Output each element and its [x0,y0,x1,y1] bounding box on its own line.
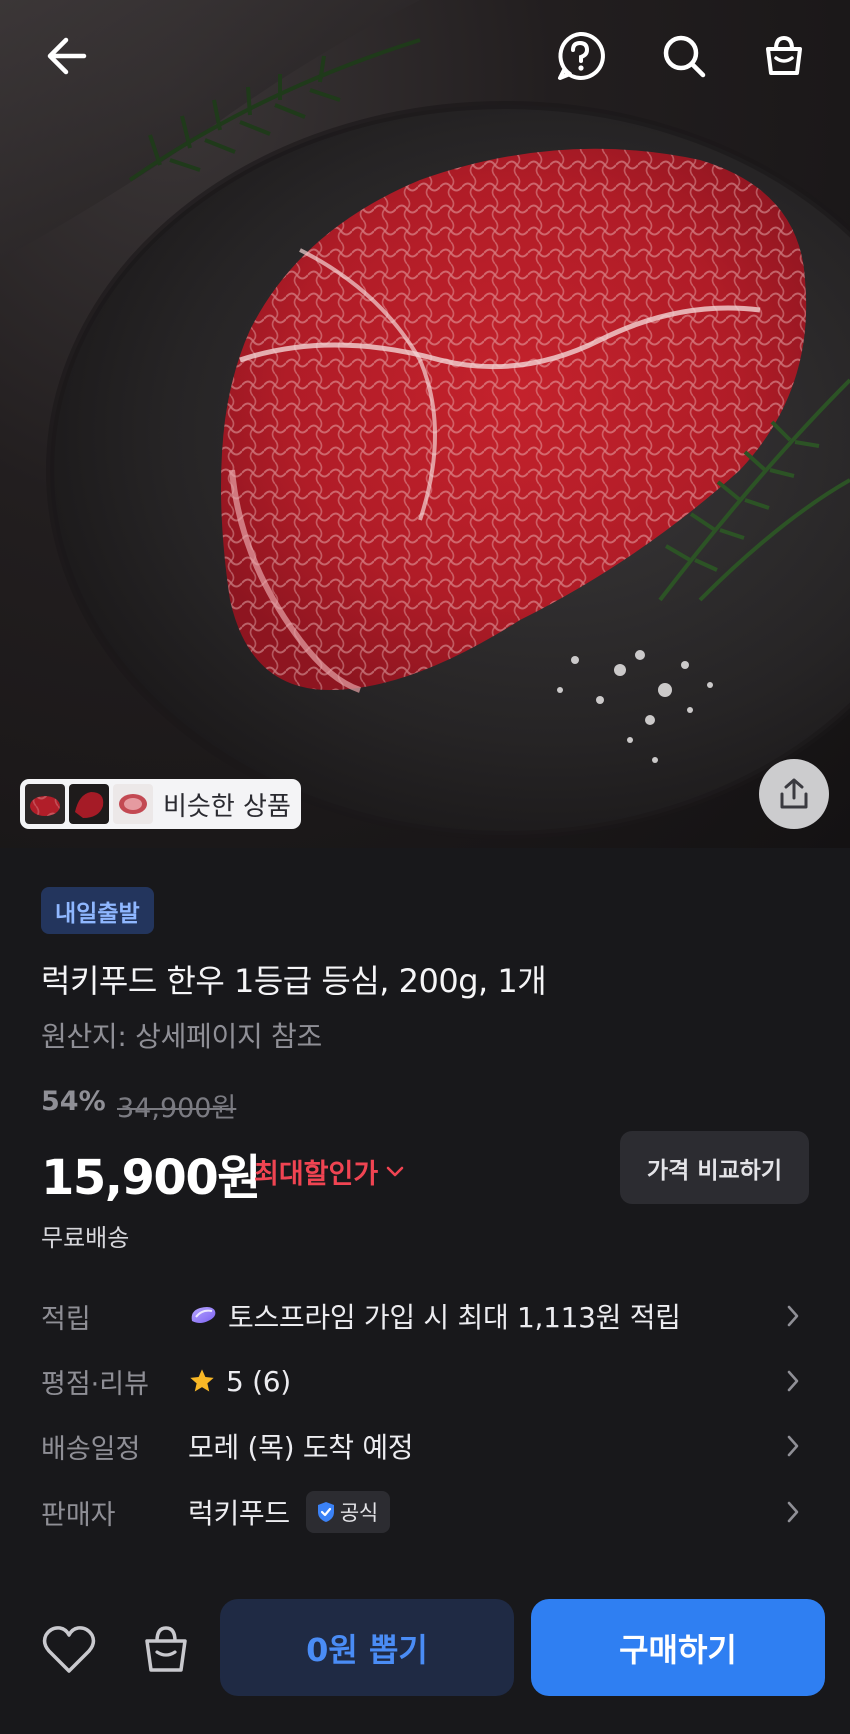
rating-value-wrap: 5 (6) [188,1365,291,1398]
delivery-row[interactable]: 배송일정 모레 (목) 도착 예정 [0,1416,850,1476]
steak-photo [0,0,850,839]
points-label: 적립 [41,1303,91,1335]
official-badge-label: 공식 [339,1501,378,1525]
shopping-bag-icon [766,35,802,75]
share-icon [780,778,808,809]
seller-name: 럭키푸드 [188,1497,290,1530]
origin-text: 원산지: 상세페이지 참조 [41,1020,322,1053]
wishlist-button[interactable] [38,1620,100,1680]
rating-row[interactable]: 평점·리뷰 5 (6) [0,1351,850,1411]
help-button[interactable] [548,24,612,88]
seller-row[interactable]: 판매자 럭키푸드 공식 [0,1482,850,1542]
search-icon [663,35,706,78]
similar-thumbnail [69,784,109,824]
seller-label: 판매자 [41,1499,116,1531]
free-draw-button[interactable]: 0원 뽑기 [220,1599,514,1696]
max-discount-toggle[interactable]: 최대할인가 [254,1152,404,1191]
sale-price: 15,900원 [41,1150,261,1206]
original-price: 34,900원 [117,1093,237,1124]
rating-value: 5 (6) [226,1364,291,1398]
cart-button[interactable] [752,24,816,88]
seller-value-wrap: 럭키푸드 공식 [188,1491,390,1533]
points-row[interactable]: 적립 토스프라임 가입 시 최대 1,113원 적립 [0,1286,850,1346]
product-image: 비슷한 상품 [0,0,850,848]
buy-button[interactable]: 구매하기 [531,1599,825,1696]
points-value-wrap: 토스프라임 가입 시 최대 1,113원 적립 [188,1296,681,1336]
price-compare-button[interactable]: 가격 비교하기 [620,1131,809,1204]
max-discount-label: 최대할인가 [254,1159,379,1190]
chevron-right-icon [787,1370,799,1392]
delivery-label: 배송일정 [41,1433,141,1465]
star-icon [190,1369,214,1392]
official-badge: 공식 [305,1491,390,1533]
similar-thumbnail [25,784,65,824]
similar-products-label: 비슷한 상품 [163,791,291,822]
help-icon [558,31,605,80]
share-button[interactable] [759,759,829,829]
similar-thumbnail [113,784,153,824]
chevron-right-icon [787,1501,799,1523]
discount-rate: 54% [41,1086,106,1117]
prime-icon [191,1307,216,1323]
similar-products-button[interactable]: 비슷한 상품 [20,779,301,829]
points-value: 토스프라임 가입 시 최대 1,113원 적립 [228,1301,681,1334]
back-arrow-icon [47,37,87,75]
chevron-right-icon [787,1435,799,1457]
heart-icon [42,1626,96,1673]
shopping-bag-icon [145,1626,187,1672]
product-title: 럭키푸드 한우 1등급 등심, 200g, 1개 [41,962,547,1000]
add-to-cart-button[interactable] [135,1618,197,1680]
shipping-info: 무료배송 [41,1224,130,1252]
chevron-down-icon [386,1166,404,1176]
rating-label: 평점·리뷰 [41,1368,149,1400]
verified-icon [317,1502,334,1522]
search-button[interactable] [652,24,716,88]
back-button[interactable] [34,24,98,88]
shipping-badge: 내일출발 [41,887,154,934]
chevron-right-icon [787,1305,799,1327]
delivery-value: 모레 (목) 도착 예정 [188,1431,414,1464]
